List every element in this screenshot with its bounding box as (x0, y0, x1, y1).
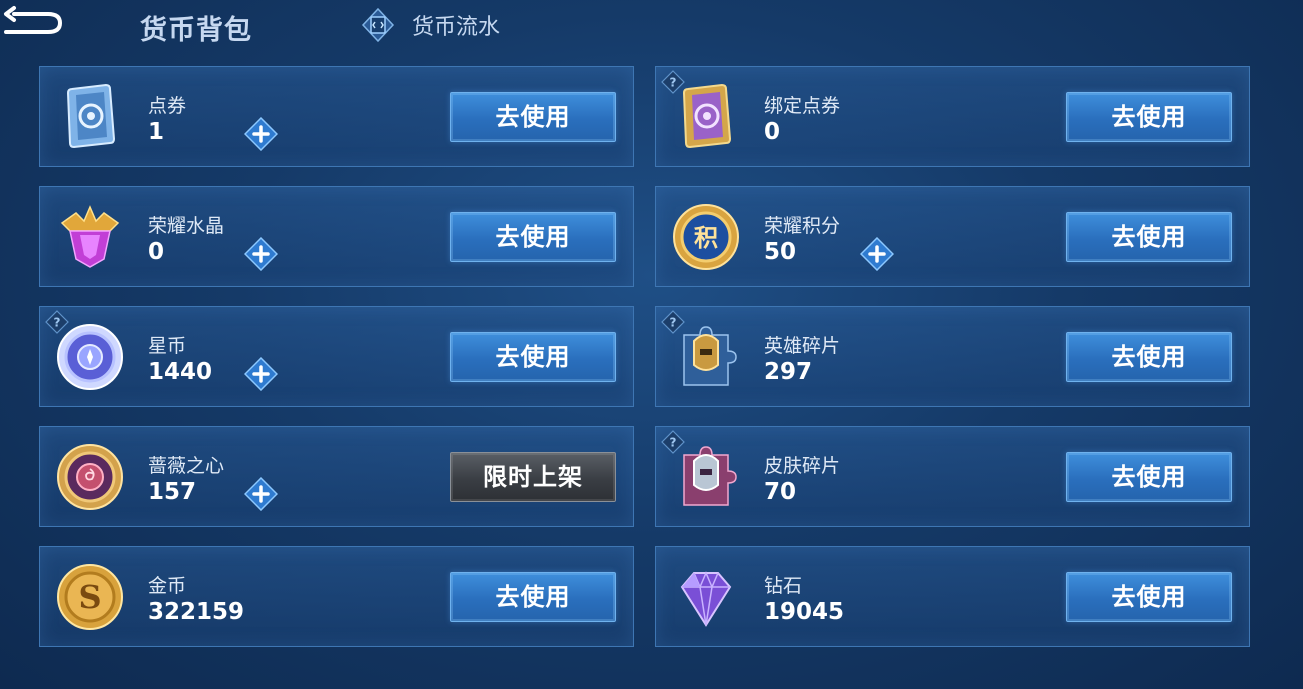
blue-ticket-card-icon (66, 83, 116, 149)
hero-fragment-icon (683, 326, 737, 386)
gold-coin-icon: S (57, 564, 123, 630)
add-plus-icon[interactable] (244, 117, 278, 151)
currency-name: 金币 (148, 575, 187, 597)
currency-name: 荣耀积分 (764, 215, 841, 237)
currency-amount: 0 (148, 239, 165, 265)
purple-ticket-card-icon (682, 83, 732, 149)
limited-time-button[interactable]: 限时上架 (450, 452, 616, 502)
currency-amount: 1 (148, 119, 165, 145)
use-button[interactable]: 去使用 (450, 92, 616, 142)
currency-amount: 157 (148, 479, 197, 505)
currency-amount: 297 (764, 359, 813, 385)
use-button[interactable]: 去使用 (1066, 572, 1232, 622)
currency-name: 英雄碎片 (764, 335, 841, 357)
svg-text:积: 积 (694, 224, 718, 252)
currency-name: 皮肤碎片 (764, 455, 841, 477)
currency-card-dianquan: 点券 1 去使用 (39, 66, 634, 167)
currency-card-skin-fragment: ? 皮肤碎片 70 去使用 (655, 426, 1250, 527)
add-plus-icon[interactable] (244, 477, 278, 511)
use-button[interactable]: 去使用 (1066, 452, 1232, 502)
currency-flow-label: 货币流水 (412, 15, 501, 40)
rose-heart-coin-icon (57, 444, 123, 510)
currency-card-glory-crystal: 荣耀水晶 0 去使用 (39, 186, 634, 287)
page-title: 货币背包 (140, 15, 252, 46)
currency-card-rose-heart: 蔷薇之心 157 限时上架 (39, 426, 634, 527)
currency-amount: 1440 (148, 359, 213, 385)
use-button[interactable]: 去使用 (450, 572, 616, 622)
use-button[interactable]: 去使用 (1066, 332, 1232, 382)
currency-card-gold-coin: S 金币 322159 去使用 (39, 546, 634, 647)
use-button[interactable]: 去使用 (450, 332, 616, 382)
use-button[interactable]: 去使用 (450, 212, 616, 262)
currency-amount: 322159 (148, 599, 245, 625)
currency-card-bound-dianquan: ? 绑定点券 0 去使用 (655, 66, 1250, 167)
currency-amount: 19045 (764, 599, 845, 625)
add-plus-icon[interactable] (244, 357, 278, 391)
glory-crystal-icon (60, 205, 120, 268)
currency-name: 绑定点券 (764, 95, 841, 117)
currency-name: 荣耀水晶 (148, 215, 225, 237)
currency-name: 钻石 (764, 575, 803, 597)
add-plus-icon[interactable] (244, 237, 278, 271)
use-button[interactable]: 去使用 (1066, 92, 1232, 142)
currency-flow-icon (361, 7, 395, 43)
diamond-icon (680, 571, 732, 627)
currency-name: 蔷薇之心 (148, 455, 225, 477)
use-button[interactable]: 去使用 (1066, 212, 1232, 262)
svg-text:S: S (78, 578, 101, 616)
top-bar: 货币背包 货币流水 (0, 0, 1303, 52)
currency-card-glory-points: 积 荣耀积分 50 去使用 (655, 186, 1250, 287)
glory-points-coin-icon: 积 (673, 204, 739, 270)
currency-card-diamond: 钻石 19045 去使用 (655, 546, 1250, 647)
currency-amount: 70 (764, 479, 797, 505)
add-plus-icon[interactable] (860, 237, 894, 271)
currency-name: 点券 (148, 95, 187, 117)
currency-card-star-coin: ? 星币 1440 去使用 (39, 306, 634, 407)
currency-amount: 0 (764, 119, 781, 145)
currency-card-hero-fragment: ? 英雄碎片 297 去使用 (655, 306, 1250, 407)
currency-flow-tab[interactable]: 货币流水 (360, 6, 500, 44)
star-coin-icon (57, 324, 123, 390)
currency-amount: 50 (764, 239, 797, 265)
currency-name: 星币 (148, 335, 187, 357)
skin-fragment-icon (683, 446, 737, 506)
back-arrow-icon[interactable] (0, 4, 66, 42)
